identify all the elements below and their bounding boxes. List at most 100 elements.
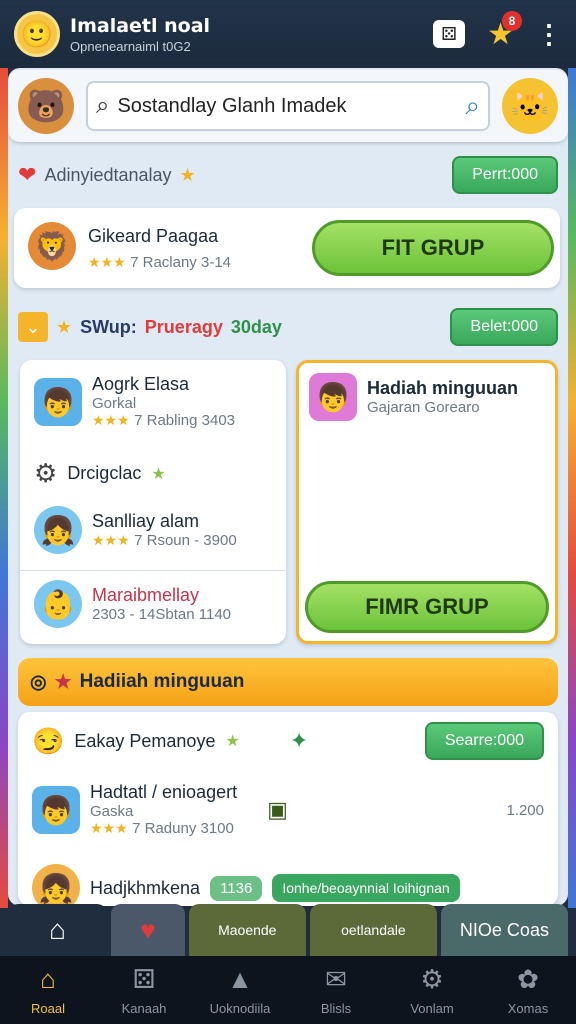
list-item[interactable]: 👦 Aogrk Elasa Gorkal ★★★ 7 Rabling 3403 (34, 374, 235, 430)
list-item-meta: 7 Rabling 3403 (134, 412, 236, 429)
list-item-name: Hadjkhmkena (90, 877, 201, 898)
home-icon: ⌂ (40, 964, 56, 994)
person-avatar-icon: 👦 (309, 373, 357, 421)
rating-stars-icon: ★★★ (92, 531, 130, 548)
nav-label: Xomas (507, 1001, 549, 1016)
section3-title: Eakay Pemanoye (74, 730, 216, 751)
app-title: Imalaetl noal (70, 14, 211, 37)
promo-join-button[interactable]: FIMR GRUP (305, 581, 549, 633)
person-avatar-icon: 👶 (34, 580, 82, 628)
list-item-link[interactable]: Ionhe/beoaynnial Ioihignan (272, 874, 460, 902)
nav-label: Vonlam (410, 1001, 454, 1016)
decor-stripe-right (568, 68, 576, 908)
left-list-card: 👦 Aogrk Elasa Gorkal ★★★ 7 Rabling 3403 … (20, 360, 286, 644)
search-input[interactable]: ⌕ Sostandlay Glanh Imadek ⌕ (86, 81, 490, 131)
nav-label: Blisls (320, 1001, 352, 1016)
bottom-list-card: 😏 Eakay Pemanoye ★ ✦ Searre:000 👦 Hadtat… (18, 712, 558, 906)
list-item[interactable]: ⚙ Drcigclac ★ (34, 458, 166, 489)
app-title-block: Imalaetl noal Opnenearnaiml t0G2 (70, 15, 210, 54)
featured-meta: 7 Raclany 3-14 (130, 254, 232, 271)
star-icon-2: ★ (56, 316, 73, 337)
promo-header: 👦 Hadiah minguuan Gajaran Gorearo (309, 373, 518, 421)
section-header-2: ⌄ ★ SWup: Prueragy 30day Belet:000 (18, 304, 558, 350)
list-item-name: Hadtatl / enioagert (90, 782, 238, 802)
promo-sub: Gajaran Gorearo (367, 399, 480, 416)
list-item-value: 1.200 (506, 801, 544, 819)
search-icon: ⌕ (96, 92, 110, 119)
nav-label: Kanaah (121, 1001, 167, 1016)
more-menu-icon[interactable]: ⋮ (536, 21, 562, 47)
section3-header: 😏 Eakay Pemanoye ★ ✦ Searre:000 (32, 722, 544, 760)
person-avatar-icon: 👦 (34, 378, 82, 426)
heart-tab-icon[interactable]: ♥ (111, 904, 185, 956)
heart-icon: ❤ (18, 162, 37, 187)
weekly-banner[interactable]: ◎ ★ Hadiiah minguuan (18, 658, 558, 706)
nav-item-gear[interactable]: ⚙ Vonlam (384, 956, 480, 1024)
bottom-tab-3[interactable]: NIOe Coas (440, 904, 568, 956)
section1-button[interactable]: Perrt:000 (452, 156, 558, 194)
section1-title: Adinyiedtanalay (44, 164, 172, 185)
rating-stars-icon: ★★★ (90, 820, 128, 836)
decor-stripe-left (0, 68, 8, 908)
list-item-name: Maraibmellay (92, 585, 200, 605)
section2-title-c: 30day (230, 316, 282, 337)
star-icon: ★ (151, 465, 166, 483)
section3-button[interactable]: Searre:000 (424, 722, 544, 760)
nav-item-settings[interactable]: ✿ Xomas (480, 956, 576, 1024)
nav-item-dice[interactable]: ⚄ Kanaah (96, 956, 192, 1024)
rating-stars-icon: ★★★ (88, 254, 126, 270)
search-submit-icon[interactable]: ⌕ (465, 90, 480, 122)
dice-icon[interactable]: ⚄ (433, 20, 466, 48)
star-icon: ★ (179, 164, 196, 185)
clock-icon: ◎ (30, 671, 47, 693)
bear-mascot-icon: 🐻 (18, 78, 74, 134)
trophy-icon[interactable]: ★ 8 (487, 10, 522, 52)
featured-name: Gikeard Paagaa (88, 226, 219, 246)
section2-button[interactable]: Belet:000 (450, 308, 558, 346)
list-item[interactable]: 👶 Maraibmellay 2303 - 14Sbtan 1140 (34, 580, 231, 628)
section-header-1: ❤ Adinyiedtanalay ★ Perrt:000 (18, 152, 558, 198)
notification-badge: 8 (502, 10, 522, 31)
search-row: 🐻 ⌕ Sostandlay Glanh Imadek ⌕ 🐱 (8, 70, 568, 142)
nav-label: Uoknodiila (209, 1001, 271, 1016)
rating-stars-icon: ★★★ (92, 412, 130, 428)
promo-name: Hadiah minguuan (367, 378, 519, 398)
nav-item-tent[interactable]: ▲ Uoknodiila (192, 956, 288, 1024)
right-promo-card: 👦 Hadiah minguuan Gajaran Gorearo FIMR G… (296, 360, 558, 644)
cat-mascot-icon: 🐱 (502, 78, 558, 134)
user-avatar[interactable]: 🙂 (14, 11, 60, 57)
section2-title-b: Prueragy (144, 316, 223, 337)
nav-item-chat[interactable]: ✉ Blisls (288, 956, 384, 1024)
person-avatar-icon: 👦 (32, 786, 80, 834)
gear-icon: ⚙ (34, 458, 58, 488)
person-avatar-icon: 👧 (34, 506, 82, 554)
list-item[interactable]: 👦 Hadtatl / enioagert Gaska ★★★ 7 Raduny… (32, 782, 544, 838)
star-icon: ★ (54, 671, 72, 693)
gear-icon: ⚙ (420, 964, 444, 994)
star-icon: ★ (225, 733, 240, 750)
home-tab-icon[interactable]: ⌂ (8, 904, 108, 956)
tent-icon: ▲ (227, 964, 253, 994)
banner-title: Hadiiah minguuan (79, 671, 245, 692)
list-item[interactable]: 👧 Sanlliay alam ★★★ 7 Rsoun - 3900 (34, 506, 237, 554)
bottom-tabs: ⌂ ♥ Maoende oetlandale NIOe Coas (8, 904, 568, 956)
emoji-avatar-icon: 😏 (32, 725, 65, 756)
nav-item-home[interactable]: ⌂ Roaal (0, 956, 96, 1024)
list-item-name: Sanlliay alam (92, 510, 200, 531)
list-item-meta: 7 Raduny 3100 (132, 820, 234, 837)
list-item-sub: Gorkal (92, 395, 137, 412)
nav-label: Roaal (31, 1001, 65, 1016)
section2-title-a: SWup: (80, 316, 137, 337)
featured-join-button[interactable]: FIT GRUP (312, 220, 554, 276)
chevron-down-icon[interactable]: ⌄ (18, 312, 48, 342)
featured-card[interactable]: 🦁 Gikeard Paagaa ★★★ 7 Raclany 3-14 FIT … (14, 208, 560, 288)
top-bar: 🙂 Imalaetl noal Opnenearnaiml t0G2 ⚄ ★ 8… (0, 0, 576, 68)
lion-avatar-icon: 🦁 (28, 222, 76, 270)
bottom-tab-1[interactable]: Maoende (188, 904, 306, 956)
bottom-tab-2[interactable]: oetlandale (309, 904, 437, 956)
list-item[interactable]: 👧 Hadjkhmkena 1136 Ionhe/beoaynnial Ioih… (32, 864, 544, 906)
featured-meta-row: ★★★ 7 Raclany 3-14 (88, 254, 231, 272)
main-panel: 🐻 ⌕ Sostandlay Glanh Imadek ⌕ 🐱 ❤ Adinyi… (8, 68, 568, 906)
list-item-sub: Gaska (90, 803, 134, 820)
list-item-name: Drcigclac (67, 463, 142, 483)
